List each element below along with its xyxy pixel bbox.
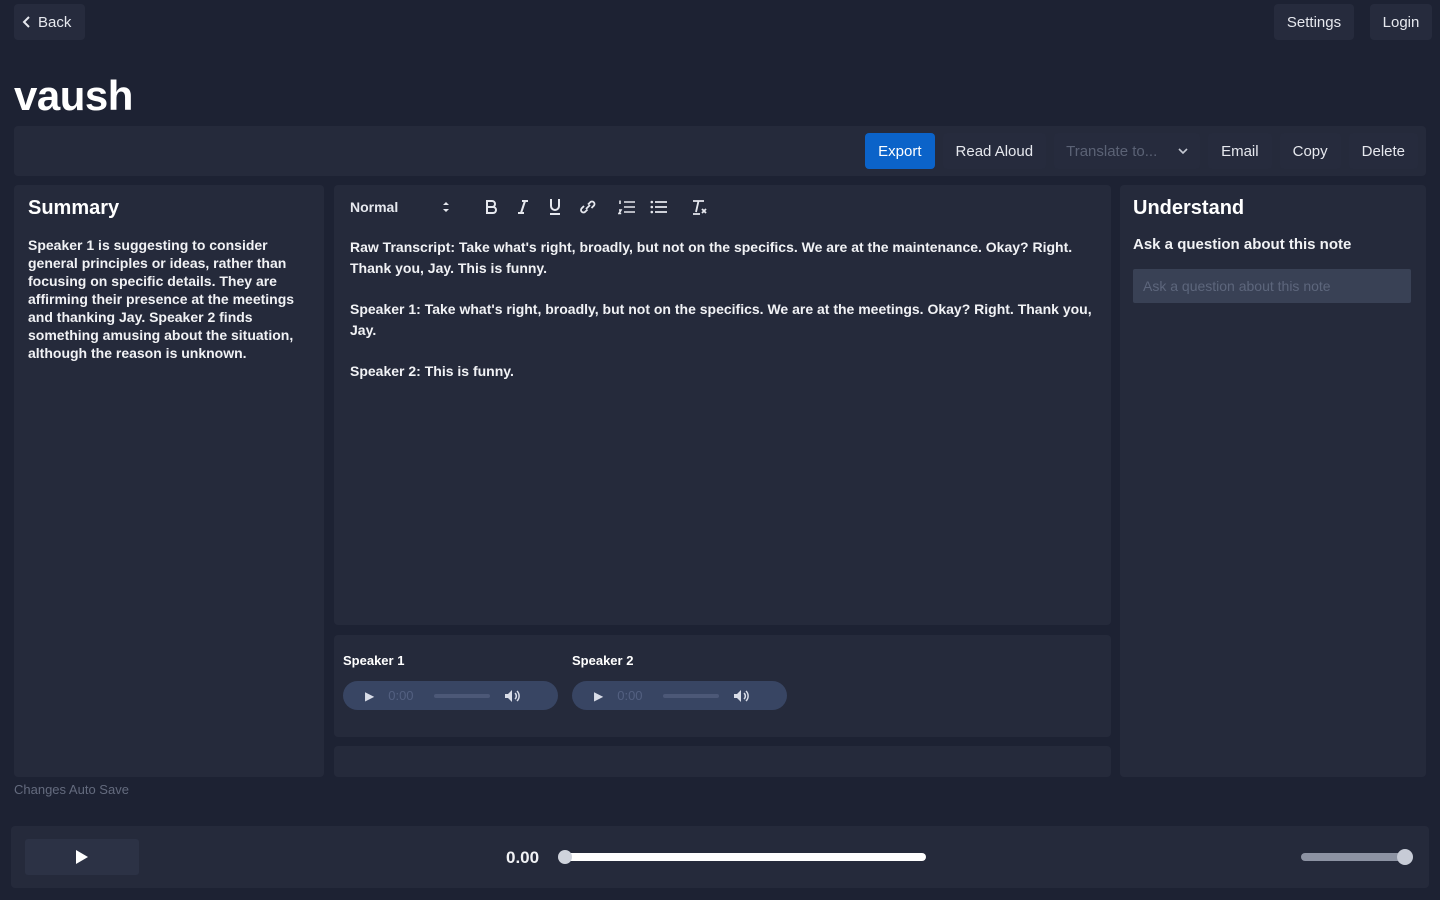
chevron-down-icon [1178, 148, 1188, 155]
editor-toolbar: Normal [350, 195, 1095, 219]
raw-transcript-paragraph: Raw Transcript: Take what's right, broad… [350, 239, 1073, 276]
speaker-players: Speaker 1 ▶ 0:00 Speaker 2 ▶ 0:00 [343, 653, 1102, 710]
autosave-note: Changes Auto Save [14, 782, 129, 797]
speaker-audio-panel: Speaker 1 ▶ 0:00 Speaker 2 ▶ 0:00 [334, 635, 1111, 737]
seek-rail [560, 853, 926, 861]
summary-panel: Summary Speaker 1 is suggesting to consi… [14, 185, 324, 777]
play-icon [76, 850, 88, 864]
chevron-left-icon [22, 16, 30, 28]
empty-panel [334, 746, 1111, 777]
summary-text: Speaker 1 is suggesting to consider gene… [28, 237, 295, 361]
top-bar: Back Settings Login [14, 4, 1432, 40]
note-actions: Export Read Aloud Translate to... Email … [865, 133, 1418, 169]
speaker-1-paragraph: Speaker 1: Take what's right, broadly, b… [350, 301, 1092, 338]
translate-placeholder: Translate to... [1066, 142, 1158, 160]
bullet-list-icon[interactable] [646, 195, 672, 219]
volume-icon[interactable] [733, 689, 751, 703]
clear-format-icon[interactable] [686, 195, 712, 219]
email-button[interactable]: Email [1208, 133, 1272, 169]
back-label: Back [38, 13, 72, 31]
underline-icon[interactable] [542, 195, 568, 219]
understand-heading: Understand [1133, 197, 1245, 219]
speaker-1-seek-bar[interactable] [434, 693, 491, 698]
play-icon[interactable]: ▶ [365, 689, 374, 703]
copy-button[interactable]: Copy [1279, 133, 1341, 169]
volume-icon[interactable] [504, 689, 522, 703]
speaker-1-audio: ▶ 0:00 [343, 681, 558, 710]
seek-handle[interactable] [558, 850, 572, 864]
playback-seek-bar[interactable] [558, 850, 926, 864]
editor-content[interactable]: Raw Transcript: Take what's right, broad… [350, 237, 1095, 382]
select-arrows-icon [443, 202, 449, 212]
link-icon[interactable] [574, 195, 600, 219]
back-button[interactable]: Back [14, 4, 86, 40]
text-format-value: Normal [350, 199, 399, 215]
play-icon[interactable]: ▶ [594, 689, 603, 703]
text-format-select[interactable]: Normal [350, 199, 450, 215]
main-play-button[interactable] [25, 839, 139, 875]
speaker-2-audio: ▶ 0:00 [572, 681, 787, 710]
speaker-2-player: Speaker 2 ▶ 0:00 [572, 653, 787, 710]
read-aloud-button[interactable]: Read Aloud [942, 133, 1047, 169]
volume-rail [1301, 853, 1407, 861]
bold-icon[interactable] [478, 195, 504, 219]
transcript-editor: Normal Raw Transcript: Take what's right… [334, 185, 1111, 625]
understand-subheading: Ask a question about this note [1133, 236, 1352, 253]
playback-bar: 0.00 [11, 826, 1429, 888]
speaker-2-seek-bar[interactable] [663, 693, 720, 698]
volume-handle[interactable] [1397, 849, 1413, 865]
login-button[interactable]: Login [1370, 4, 1432, 40]
speaker-2-paragraph: Speaker 2: This is funny. [350, 363, 514, 379]
playback-time: 0.00 [506, 848, 540, 867]
export-button[interactable]: Export [865, 133, 935, 169]
delete-button[interactable]: Delete [1348, 133, 1418, 169]
speaker-2-time: 0:00 [617, 688, 643, 703]
speaker-1-time: 0:00 [388, 688, 414, 703]
settings-button[interactable]: Settings [1274, 4, 1354, 40]
understand-panel: Understand Ask a question about this not… [1120, 185, 1426, 777]
ask-question-input[interactable] [1133, 269, 1411, 303]
summary-heading: Summary [28, 197, 120, 219]
note-toolbar: Export Read Aloud Translate to... Email … [14, 126, 1426, 176]
page-title: vaush [14, 72, 133, 119]
speaker-1-label: Speaker 1 [343, 653, 405, 668]
ordered-list-icon[interactable] [614, 195, 640, 219]
italic-icon[interactable] [510, 195, 536, 219]
speaker-2-label: Speaker 2 [572, 653, 634, 668]
translate-select[interactable]: Translate to... [1054, 133, 1201, 169]
volume-slider[interactable] [1301, 849, 1413, 865]
speaker-1-player: Speaker 1 ▶ 0:00 [343, 653, 558, 710]
